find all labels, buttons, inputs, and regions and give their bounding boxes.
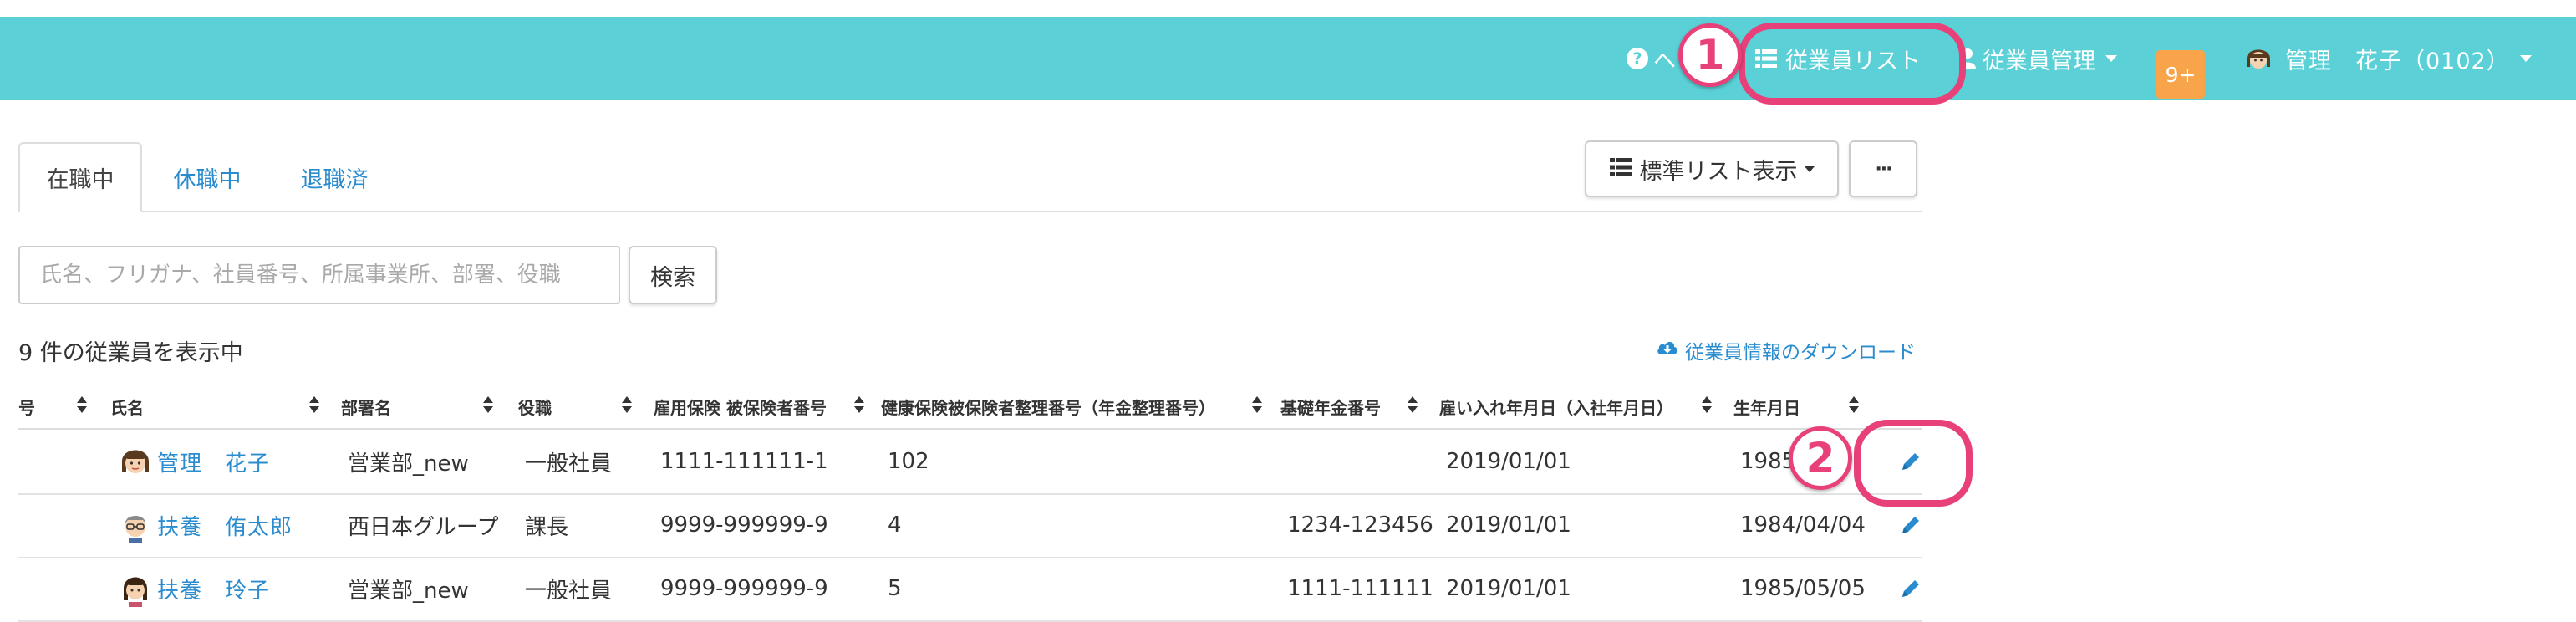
health-insurance-cell: 5: [888, 576, 902, 601]
tab-retired[interactable]: 退職済: [293, 142, 376, 212]
birth-date-cell: 1985/05/05: [1740, 576, 1866, 601]
list-icon: [1609, 156, 1632, 182]
sort-icon[interactable]: [309, 396, 319, 415]
sort-icon[interactable]: [854, 396, 864, 415]
pencil-icon[interactable]: [1899, 513, 1922, 537]
tab-active-employees[interactable]: 在職中: [18, 142, 142, 212]
column-header-pension-number[interactable]: 基礎年金番号: [1280, 386, 1381, 426]
hire-date-cell: 2019/01/01: [1446, 576, 1571, 601]
list-view-dropdown[interactable]: 標準リスト表示: [1585, 140, 1839, 197]
birth-date-cell: 1984/04/04: [1740, 512, 1866, 538]
avatar: [117, 507, 154, 543]
employee-management-label: 従業員管理: [1983, 48, 2095, 74]
callout-ring-edit: [1854, 420, 1973, 507]
employee-name-link[interactable]: 管理 花子: [157, 430, 270, 493]
chevron-down-icon: [2519, 55, 2532, 62]
column-header-title[interactable]: 役職: [518, 386, 552, 426]
table-row: 扶養 侑太郎 西日本グループ 課長 9999-999999-9 4 1234-1…: [18, 493, 1922, 558]
employee-name-link[interactable]: 扶養 玲子: [157, 557, 270, 620]
employee-count: 9 件の従業員を表示中: [18, 340, 243, 366]
title-cell: 一般社員: [525, 451, 613, 477]
column-header-department[interactable]: 部署名: [341, 386, 391, 426]
hire-date-cell: 2019/01/01: [1446, 449, 1571, 474]
hire-date-cell: 2019/01/01: [1446, 512, 1571, 538]
download-label: 従業員情報のダウンロード: [1685, 342, 1916, 364]
callout-number-2: 2: [1789, 426, 1852, 490]
user-name-label: 管理 花子（0102）: [2285, 48, 2510, 74]
sort-icon[interactable]: [1408, 396, 1418, 415]
employment-insurance-cell: 9999-999999-9: [660, 576, 828, 601]
avatar: [117, 443, 154, 480]
health-insurance-cell: 4: [888, 512, 902, 538]
download-employee-info-link[interactable]: 従業員情報のダウンロード: [1657, 336, 1916, 365]
column-header-employment-insurance[interactable]: 雇用保険 被保険者番号: [654, 386, 827, 426]
department-cell: 営業部_new: [348, 451, 469, 477]
avatar: [117, 570, 154, 607]
sort-icon[interactable]: [77, 396, 87, 415]
cloud-download-icon: [1657, 339, 1685, 361]
column-header-birth-date[interactable]: 生年月日: [1733, 386, 1800, 426]
department-cell: 営業部_new: [348, 578, 469, 604]
column-header-number[interactable]: 号: [18, 386, 35, 426]
table-header: 号 氏名 部署名 役職 雇用保険 被保険者番号 健康保険被保険者整理番号（年金整…: [18, 386, 1922, 430]
employee-management-menu[interactable]: 従業員管理: [1959, 17, 2117, 100]
title-cell: 課長: [525, 514, 569, 540]
top-navbar: ? ヘ 従業員リスト 従業員管理 9+ 管理 花子（0102）: [0, 17, 2576, 100]
search-input[interactable]: [18, 246, 620, 304]
user-menu[interactable]: 管理 花子（0102）: [2242, 17, 2532, 100]
question-icon: ?: [1627, 48, 1648, 69]
table-row: 管理 花子 営業部_new 一般社員 1111-111111-1 102 201…: [18, 430, 1922, 495]
pension-number-cell: 1111-111111: [1287, 576, 1433, 601]
sort-icon[interactable]: [622, 396, 632, 415]
column-header-health-insurance[interactable]: 健康保険被保険者整理番号（年金整理番号）: [881, 386, 1215, 426]
help-label: ヘ: [1653, 48, 1676, 74]
more-options-button[interactable]: ···: [1849, 140, 1917, 197]
table-row: 扶養 玲子 営業部_new 一般社員 9999-999999-9 5 1111-…: [18, 557, 1922, 622]
sort-icon[interactable]: [1702, 396, 1712, 415]
list-view-label: 標準リスト表示: [1639, 158, 1798, 185]
chevron-down-icon: [2105, 55, 2117, 62]
health-insurance-cell: 102: [888, 449, 929, 474]
avatar: [2242, 42, 2275, 75]
callout-number-1: 1: [1678, 23, 1742, 87]
title-cell: 一般社員: [525, 578, 613, 604]
help-menu[interactable]: ? ヘ: [1627, 17, 1676, 100]
column-header-hire-date[interactable]: 雇い入れ年月日（入社年月日）: [1439, 386, 1673, 426]
chevron-down-icon: [1804, 166, 1815, 172]
ellipsis-icon: ···: [1875, 158, 1892, 180]
sort-icon[interactable]: [1849, 396, 1859, 415]
department-cell: 西日本グループ: [348, 514, 499, 540]
pension-number-cell: 1234-123456: [1287, 512, 1433, 538]
tab-on-leave[interactable]: 休職中: [165, 142, 249, 212]
employee-name-link[interactable]: 扶養 侑太郎: [157, 493, 293, 557]
employment-insurance-cell: 9999-999999-9: [660, 512, 828, 538]
search-button[interactable]: 検索: [629, 246, 717, 304]
sort-icon[interactable]: [1252, 396, 1262, 415]
pencil-icon[interactable]: [1899, 577, 1922, 600]
sort-icon[interactable]: [483, 396, 493, 415]
column-header-name[interactable]: 氏名: [110, 386, 144, 426]
notification-badge[interactable]: 9+: [2156, 50, 2205, 99]
callout-ring-employee-list: [1739, 23, 1966, 105]
employment-insurance-cell: 1111-111111-1: [660, 449, 828, 474]
